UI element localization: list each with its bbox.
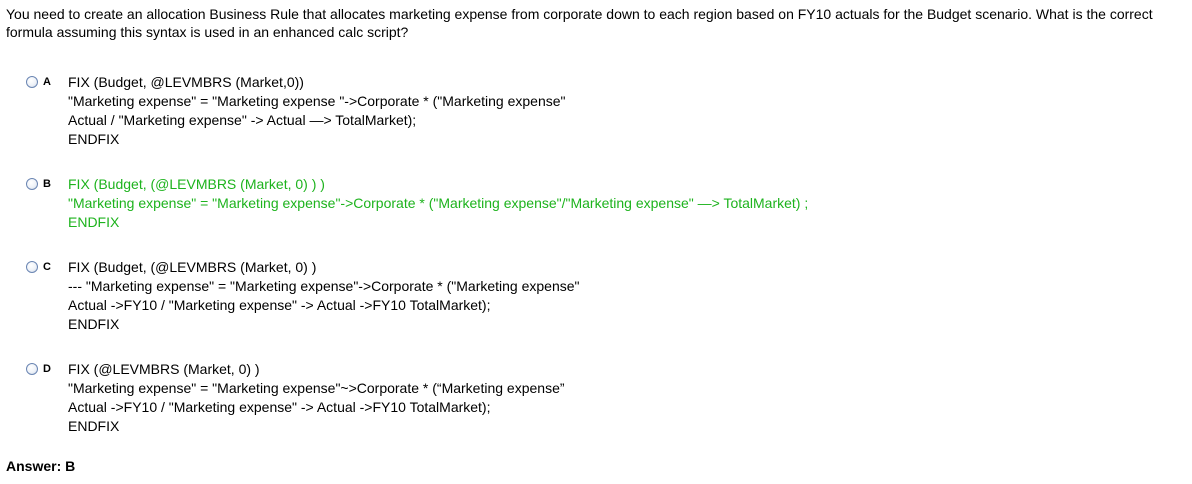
option-c: C FIX (Budget, (@LEVMBRS (Market, 0) ) -… — [26, 258, 580, 334]
option-code-a: FIX (Budget, @LEVMBRS (Market,0)) "Marke… — [68, 73, 566, 149]
option-a: A FIX (Budget, @LEVMBRS (Market,0)) "Mar… — [26, 73, 566, 149]
code-line: ENDFIX — [68, 131, 120, 147]
code-line: FIX (Budget, (@LEVMBRS (Market, 0) ) — [68, 259, 317, 275]
radio-button-c[interactable] — [26, 261, 38, 273]
question-text: You need to create an allocation Busines… — [6, 6, 1153, 40]
option-letter-b: B — [43, 178, 51, 190]
code-line: "Marketing expense" = "Marketing expense… — [68, 93, 566, 109]
code-line: ENDFIX — [68, 418, 120, 434]
option-letter-c: C — [43, 261, 51, 273]
code-line: FIX (Budget, (@LEVMBRS (Market, 0) ) ) — [68, 176, 325, 192]
code-line: ENDFIX — [68, 214, 120, 230]
code-line: Actual ->FY10 / "Marketing expense" -> A… — [68, 399, 491, 415]
option-letter-d: D — [43, 363, 51, 375]
option-letter-a: A — [43, 76, 51, 88]
radio-button-d[interactable] — [26, 363, 38, 375]
code-line: --- "Marketing expense" = "Marketing exp… — [68, 278, 580, 294]
code-line: FIX (@LEVMBRS (Market, 0) ) — [68, 361, 260, 377]
option-d: D FIX (@LEVMBRS (Market, 0) ) "Marketing… — [26, 360, 565, 436]
code-line: Actual ->FY10 / "Marketing expense" -> A… — [68, 297, 491, 313]
code-line: Actual / "Marketing expense" -> Actual —… — [68, 112, 417, 128]
code-line: "Marketing expense" = "Marketing expense… — [68, 195, 809, 211]
code-line: "Marketing expense" = "Marketing expense… — [68, 380, 565, 396]
option-b: B FIX (Budget, (@LEVMBRS (Market, 0) ) )… — [26, 175, 808, 232]
radio-button-a[interactable] — [26, 76, 38, 88]
option-code-c: FIX (Budget, (@LEVMBRS (Market, 0) ) ---… — [68, 258, 580, 334]
radio-button-b[interactable] — [26, 178, 38, 190]
option-code-d: FIX (@LEVMBRS (Market, 0) ) "Marketing e… — [68, 360, 565, 436]
option-code-b: FIX (Budget, (@LEVMBRS (Market, 0) ) ) "… — [68, 175, 808, 232]
code-line: FIX (Budget, @LEVMBRS (Market,0)) — [68, 74, 304, 90]
answer-text: Answer: B — [6, 458, 76, 474]
code-line: ENDFIX — [68, 316, 120, 332]
